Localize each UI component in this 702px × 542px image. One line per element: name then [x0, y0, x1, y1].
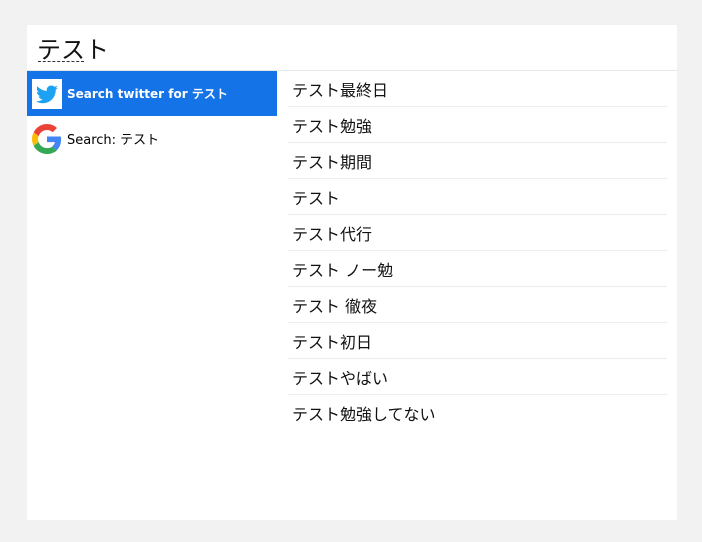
search-bar [27, 25, 677, 71]
search-twitter-action[interactable]: Search twitter for テスト [27, 71, 277, 116]
suggestion-item[interactable]: テスト初日 [288, 323, 667, 359]
suggestion-item[interactable]: テストやばい [288, 359, 667, 395]
suggestion-item[interactable]: テスト期間 [288, 143, 667, 179]
suggestion-item[interactable]: テスト ノー勉 [288, 251, 667, 287]
suggestion-item[interactable]: テスト勉強 [288, 107, 667, 143]
search-twitter-label: Search twitter for テスト [67, 87, 228, 101]
suggestion-item[interactable]: テスト勉強してない [288, 395, 667, 431]
search-panel: Search twitter for テスト Search: テスト テスト最終… [27, 25, 677, 520]
twitter-icon [32, 78, 62, 109]
google-icon [32, 123, 62, 154]
action-list: Search twitter for テスト Search: テスト [27, 71, 277, 161]
suggestion-item[interactable]: テスト最終日 [288, 71, 667, 107]
suggestion-item[interactable]: テスト 徹夜 [288, 287, 667, 323]
search-input[interactable] [37, 31, 437, 63]
search-google-label: Search: テスト [67, 133, 160, 148]
suggestion-list: テスト最終日 テスト勉強 テスト期間 テスト テスト代行 テスト ノー勉 テスト… [288, 71, 667, 431]
ime-composition-underline [38, 61, 84, 62]
suggestion-item[interactable]: テスト [288, 179, 667, 215]
search-google-action[interactable]: Search: テスト [27, 116, 277, 161]
suggestion-item[interactable]: テスト代行 [288, 215, 667, 251]
